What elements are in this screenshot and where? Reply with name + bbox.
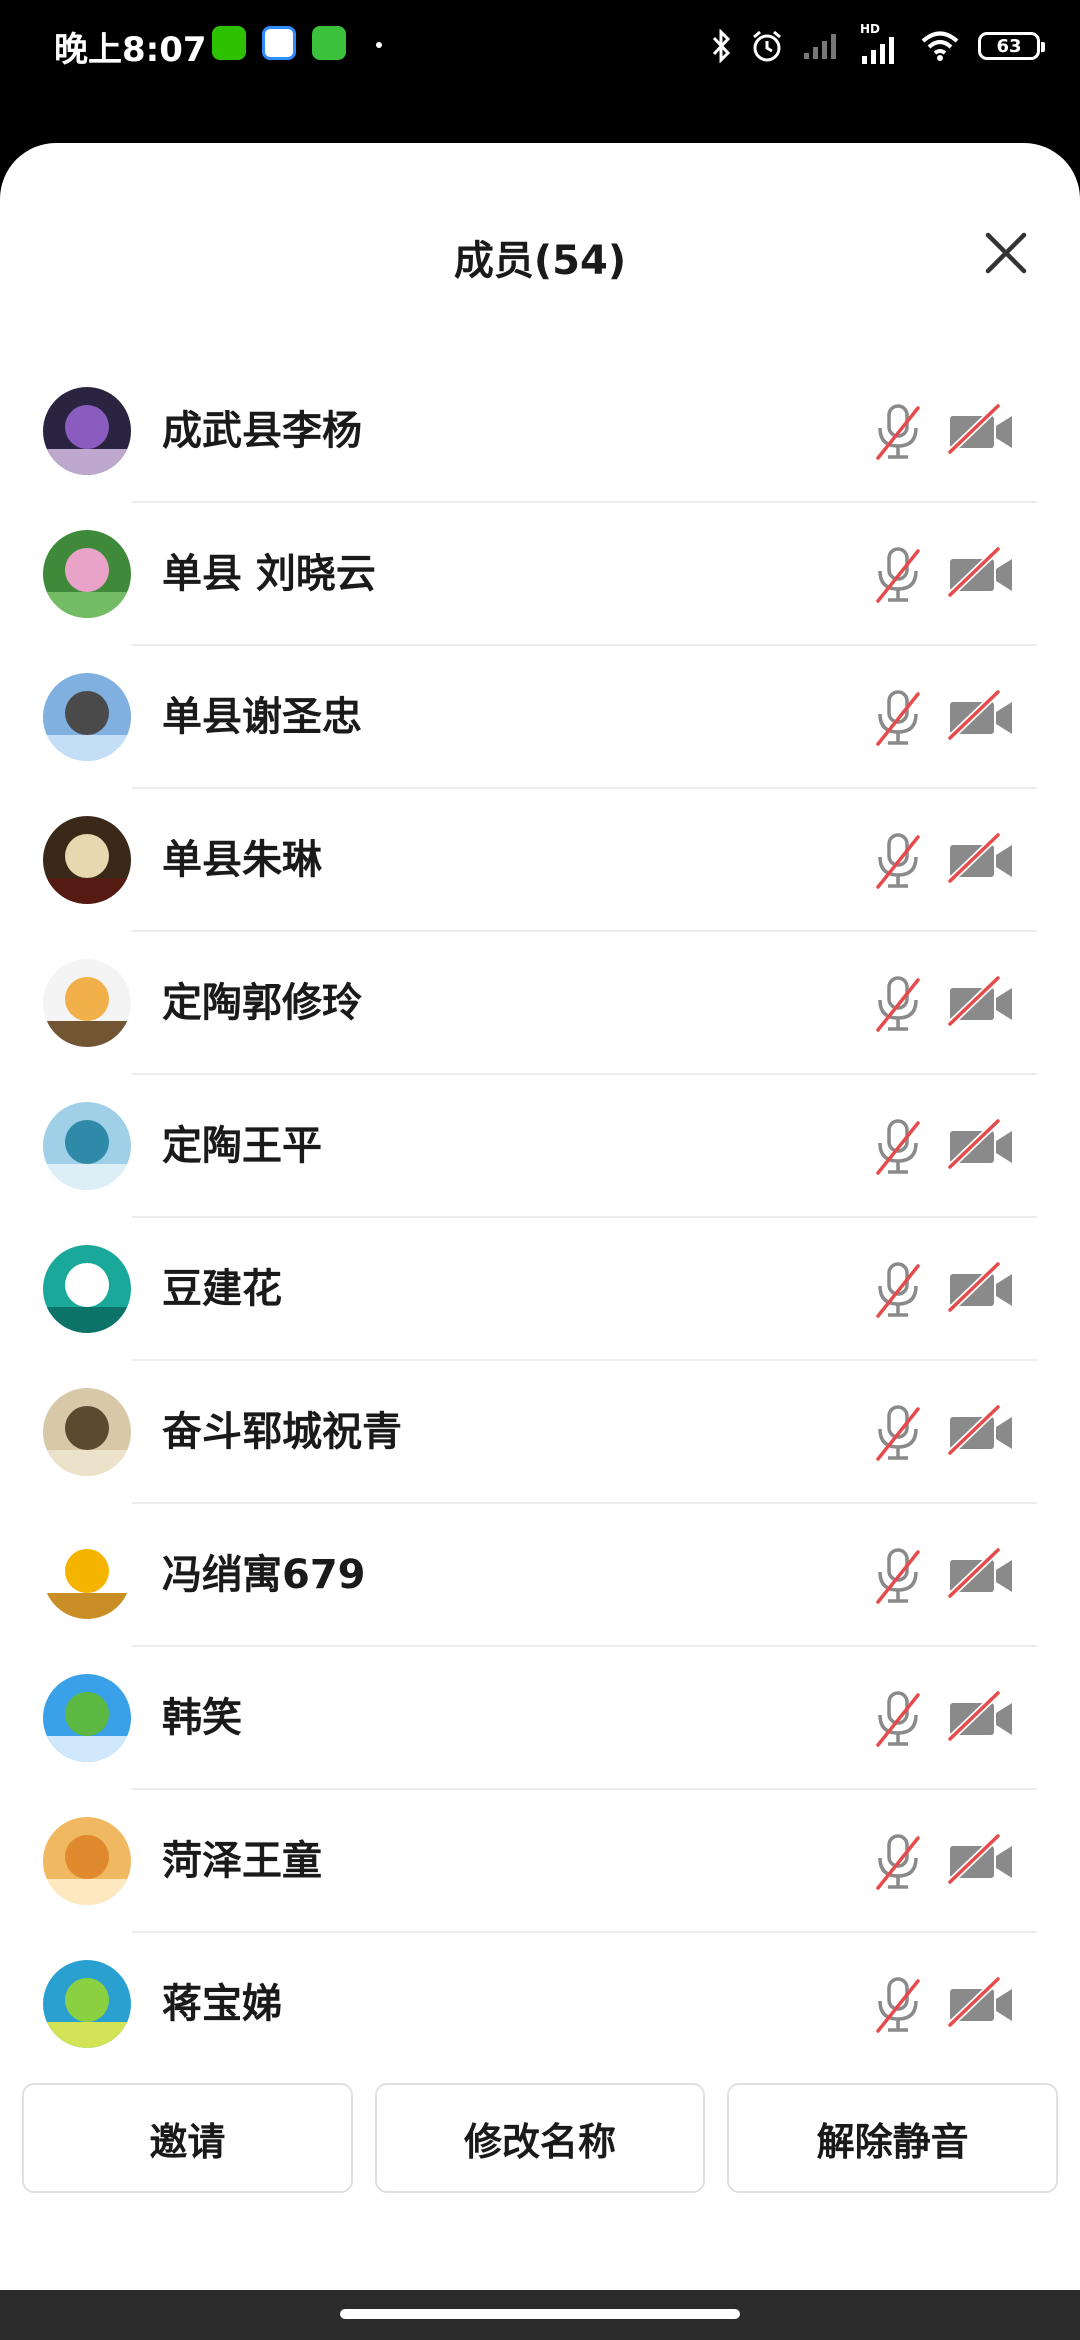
- chat-app-icon: [262, 26, 296, 60]
- camera-off-icon[interactable]: [947, 974, 1016, 1034]
- member-name: 单县朱琳: [162, 837, 322, 883]
- mic-muted-icon[interactable]: [868, 1689, 928, 1749]
- camera-off-icon[interactable]: [947, 1260, 1016, 1320]
- signal-hd-icon: HD: [860, 22, 902, 66]
- camera-off-icon[interactable]: [947, 545, 1016, 605]
- notification-dot: [376, 42, 382, 48]
- invite-button[interactable]: 邀请: [22, 2083, 353, 2193]
- camera-off-icon[interactable]: [947, 831, 1016, 891]
- mic-muted-icon[interactable]: [868, 1975, 928, 2035]
- avatar: [43, 1674, 131, 1762]
- close-icon: [985, 232, 1027, 274]
- cat-app-icon: [312, 26, 346, 60]
- member-name: 冯绡寓679: [162, 1552, 366, 1598]
- member-name: 定陶王平: [162, 1123, 322, 1169]
- camera-off-icon[interactable]: [947, 688, 1016, 748]
- battery-icon: 63: [978, 32, 1045, 60]
- avatar: [43, 816, 131, 904]
- avatar: [43, 1388, 131, 1476]
- member-row[interactable]: 菏泽王童: [0, 1790, 1080, 1933]
- mic-muted-icon[interactable]: [868, 1260, 928, 1320]
- avatar: [43, 1102, 131, 1190]
- member-name: 单县谢圣忠: [162, 694, 362, 740]
- mic-muted-icon[interactable]: [868, 1117, 928, 1177]
- member-row[interactable]: 韩笑: [0, 1647, 1080, 1790]
- signal-weak-icon: [804, 34, 836, 59]
- member-name: 豆建花: [162, 1266, 282, 1312]
- member-row[interactable]: 单县朱琳: [0, 789, 1080, 932]
- member-name: 菏泽王童: [162, 1838, 322, 1884]
- member-name: 定陶郭修玲: [162, 980, 362, 1026]
- sheet-title: 成员(54): [453, 238, 627, 284]
- status-bar: 晚上8:07 HD 63: [0, 0, 1080, 100]
- network-hd-label: HD: [860, 22, 881, 36]
- member-row[interactable]: 定陶郭修玲: [0, 932, 1080, 1075]
- member-name: 韩笑: [162, 1695, 242, 1741]
- camera-off-icon[interactable]: [947, 1117, 1016, 1177]
- battery-level: 63: [996, 35, 1022, 57]
- wifi-icon: [921, 31, 959, 61]
- status-time: 晚上8:07: [54, 30, 207, 70]
- alarm-icon: [753, 30, 781, 62]
- member-row[interactable]: 成武县李杨: [0, 360, 1080, 503]
- mic-muted-icon[interactable]: [868, 1546, 928, 1606]
- home-indicator[interactable]: [340, 2309, 740, 2319]
- mic-muted-icon[interactable]: [868, 831, 928, 891]
- member-row[interactable]: 奋斗郓城祝青: [0, 1361, 1080, 1504]
- member-row[interactable]: 蒋宝娣: [0, 1933, 1080, 2076]
- close-button[interactable]: [976, 223, 1036, 283]
- member-name: 奋斗郓城祝青: [162, 1409, 402, 1455]
- members-sheet: 成员(54) 成武县李杨单县 刘晓云 单县谢圣忠单县朱琳定陶郭修玲定陶王平豆建花奋…: [0, 143, 1080, 2290]
- mic-muted-icon[interactable]: [868, 545, 928, 605]
- member-row[interactable]: 冯绡寓679: [0, 1504, 1080, 1647]
- wechat-icon: [212, 26, 246, 60]
- avatar: [43, 530, 131, 618]
- status-icons: HD 63: [710, 22, 1045, 68]
- member-row[interactable]: 豆建花: [0, 1218, 1080, 1361]
- bluetooth-icon: [712, 29, 731, 63]
- avatar: [43, 673, 131, 761]
- camera-off-icon[interactable]: [947, 1403, 1016, 1463]
- camera-off-icon[interactable]: [947, 1546, 1016, 1606]
- avatar: [43, 959, 131, 1047]
- avatar: [43, 1531, 131, 1619]
- mic-muted-icon[interactable]: [868, 1832, 928, 1892]
- rename-button[interactable]: 修改名称: [374, 2083, 706, 2193]
- avatar: [43, 1960, 131, 2048]
- mic-muted-icon[interactable]: [868, 402, 928, 462]
- camera-off-icon[interactable]: [947, 1689, 1016, 1749]
- camera-off-icon[interactable]: [947, 1832, 1016, 1892]
- member-list: 成武县李杨单县 刘晓云 单县谢圣忠单县朱琳定陶郭修玲定陶王平豆建花奋斗郓城祝青 冯绡…: [0, 360, 1080, 2076]
- mic-muted-icon[interactable]: [868, 688, 928, 748]
- avatar: [43, 1817, 131, 1905]
- unmute-all-button[interactable]: 解除静音: [727, 2083, 1059, 2193]
- member-name: 蒋宝娣: [162, 1981, 282, 2027]
- mic-muted-icon[interactable]: [868, 974, 928, 1034]
- action-bar: 邀请 修改名称 解除静音: [22, 2083, 1059, 2193]
- member-row[interactable]: 单县谢圣忠: [0, 646, 1080, 789]
- member-row[interactable]: 定陶王平: [0, 1075, 1080, 1218]
- avatar: [43, 387, 131, 475]
- member-name: 单县 刘晓云: [162, 551, 376, 597]
- mic-muted-icon[interactable]: [868, 1403, 928, 1463]
- camera-off-icon[interactable]: [947, 1975, 1016, 2035]
- avatar: [43, 1245, 131, 1333]
- member-row[interactable]: 单县 刘晓云: [0, 503, 1080, 646]
- camera-off-icon[interactable]: [947, 402, 1016, 462]
- member-name: 成武县李杨: [162, 408, 362, 454]
